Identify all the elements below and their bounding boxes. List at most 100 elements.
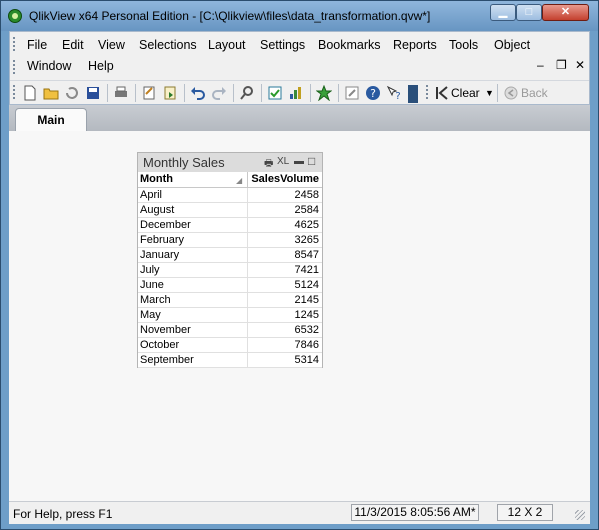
menu-object[interactable]: Object [494,38,530,52]
title-bar[interactable]: QlikView x64 Personal Edition - [C:\Qlik… [1,1,598,31]
menu-window[interactable]: Window [27,59,71,73]
sheet-area[interactable]: Monthly Sales 🖶 XL ▬ □ Month ◢ SalesVolu… [9,131,590,501]
monthly-sales-table-box[interactable]: Monthly Sales 🖶 XL ▬ □ Month ◢ SalesVolu… [137,152,323,368]
close-button[interactable]: ✕ [542,4,589,21]
minimize-icon[interactable]: ▬ [294,156,304,167]
month-cell[interactable]: March [140,293,244,307]
clear-dropdown-arrow-icon[interactable]: ▼ [485,88,494,98]
menu-settings[interactable]: Settings [260,38,305,52]
toolbar-overflow-chevron[interactable] [408,85,418,103]
table-row[interactable]: September 5314 [138,353,322,368]
table-box-title: Monthly Sales [143,155,225,170]
new-icon[interactable] [22,85,38,101]
column-header-month[interactable]: Month [140,172,246,187]
month-cell[interactable]: December [140,218,244,232]
print-icon[interactable]: 🖶 [264,156,273,173]
month-cell[interactable]: August [140,203,244,217]
menu-selections[interactable]: Selections [139,38,197,52]
toolbar-separator [261,84,262,102]
table-row[interactable]: March 2145 [138,293,322,308]
month-cell[interactable]: October [140,338,244,352]
table-row[interactable]: December 4625 [138,218,322,233]
back-icon[interactable] [503,85,519,101]
menu-bookmarks[interactable]: Bookmarks [318,38,381,52]
salesvolume-cell[interactable]: 6532 [247,323,321,337]
table-row[interactable]: August 2584 [138,203,322,218]
menu-layout[interactable]: Layout [208,38,246,52]
help-icon[interactable]: ? [365,85,381,101]
send-to-excel-icon[interactable]: XL [277,156,289,167]
menu-file[interactable]: File [27,38,47,52]
salesvolume-cell[interactable]: 1245 [247,308,321,322]
search-icon[interactable] [239,85,255,101]
month-cell[interactable]: January [140,248,244,262]
list-icon[interactable] [267,85,283,101]
salesvolume-cell[interactable]: 8547 [247,248,321,262]
month-cell[interactable]: November [140,323,244,337]
salesvolume-cell[interactable]: 3265 [247,233,321,247]
clear-icon[interactable] [434,85,450,101]
table-row[interactable]: June 5124 [138,278,322,293]
menu-edit[interactable]: Edit [62,38,84,52]
bookmark-star-icon[interactable] [316,85,332,101]
table-row[interactable]: November 6532 [138,323,322,338]
salesvolume-cell[interactable]: 5314 [247,353,321,367]
chart-icon[interactable] [288,85,304,101]
month-cell[interactable]: September [140,353,244,367]
menubar-grip[interactable] [13,37,15,53]
undo-icon[interactable] [190,85,206,101]
toolbar-grip-2[interactable] [426,85,428,101]
maximize-button[interactable]: □ [516,4,542,21]
table-row[interactable]: May 1245 [138,308,322,323]
print-icon[interactable] [113,85,129,101]
mdi-minimize-button[interactable]: – [537,58,544,72]
table-row[interactable]: February 3265 [138,233,322,248]
table-row[interactable]: October 7846 [138,338,322,353]
salesvolume-cell[interactable]: 2458 [247,188,321,202]
menu-view[interactable]: View [98,38,125,52]
toolbar-grip[interactable] [13,85,15,101]
qlikview-app-icon[interactable] [8,9,22,23]
resize-grip[interactable] [575,510,585,520]
month-cell[interactable]: June [140,278,244,292]
month-cell[interactable]: February [140,233,244,247]
table-row[interactable]: April 2458 [138,188,322,203]
table-box-caption[interactable]: Monthly Sales 🖶 XL ▬ □ [138,153,322,173]
month-cell[interactable]: April [140,188,244,202]
menu-reports[interactable]: Reports [393,38,437,52]
sort-indicator-icon: ◢ [236,176,243,185]
salesvolume-cell[interactable]: 2584 [247,203,321,217]
toolbar-separator [107,84,108,102]
menu-help[interactable]: Help [88,59,114,73]
column-header-salesvolume[interactable]: SalesVolume [247,172,321,187]
table-row[interactable]: July 7421 [138,263,322,278]
menubar-grip-2[interactable] [13,60,15,74]
open-icon[interactable] [43,85,59,101]
mdi-close-button[interactable]: ✕ [575,58,585,72]
mdi-restore-button[interactable]: ❐ [556,58,567,72]
minimize-button[interactable]: ▁ [490,4,516,21]
reload-data-icon[interactable] [162,85,178,101]
save-icon[interactable] [85,85,101,101]
what-is-this-icon[interactable]: ? [386,85,402,101]
menu-tools[interactable]: Tools [449,38,478,52]
toolbar: ? ? Clear ▼ Back [10,80,589,105]
edit-script-icon[interactable] [141,85,157,101]
edit-icon[interactable] [344,85,360,101]
back-button[interactable]: Back [521,86,548,100]
reload-icon[interactable] [64,85,80,101]
menu-and-toolbar-area: File Edit View Selections Layout Setting… [9,31,590,105]
clear-button[interactable]: Clear [451,86,480,100]
salesvolume-cell[interactable]: 2145 [247,293,321,307]
month-cell[interactable]: July [140,263,244,277]
window-title: QlikView x64 Personal Edition - [C:\Qlik… [29,9,431,23]
salesvolume-cell[interactable]: 7846 [247,338,321,352]
maximize-icon[interactable]: □ [308,154,315,168]
salesvolume-cell[interactable]: 7421 [247,263,321,277]
month-cell[interactable]: May [140,308,244,322]
redo-icon[interactable] [211,85,227,101]
table-row[interactable]: January 8547 [138,248,322,263]
tab-main[interactable]: Main [15,108,87,131]
salesvolume-cell[interactable]: 5124 [247,278,321,292]
salesvolume-cell[interactable]: 4625 [247,218,321,232]
